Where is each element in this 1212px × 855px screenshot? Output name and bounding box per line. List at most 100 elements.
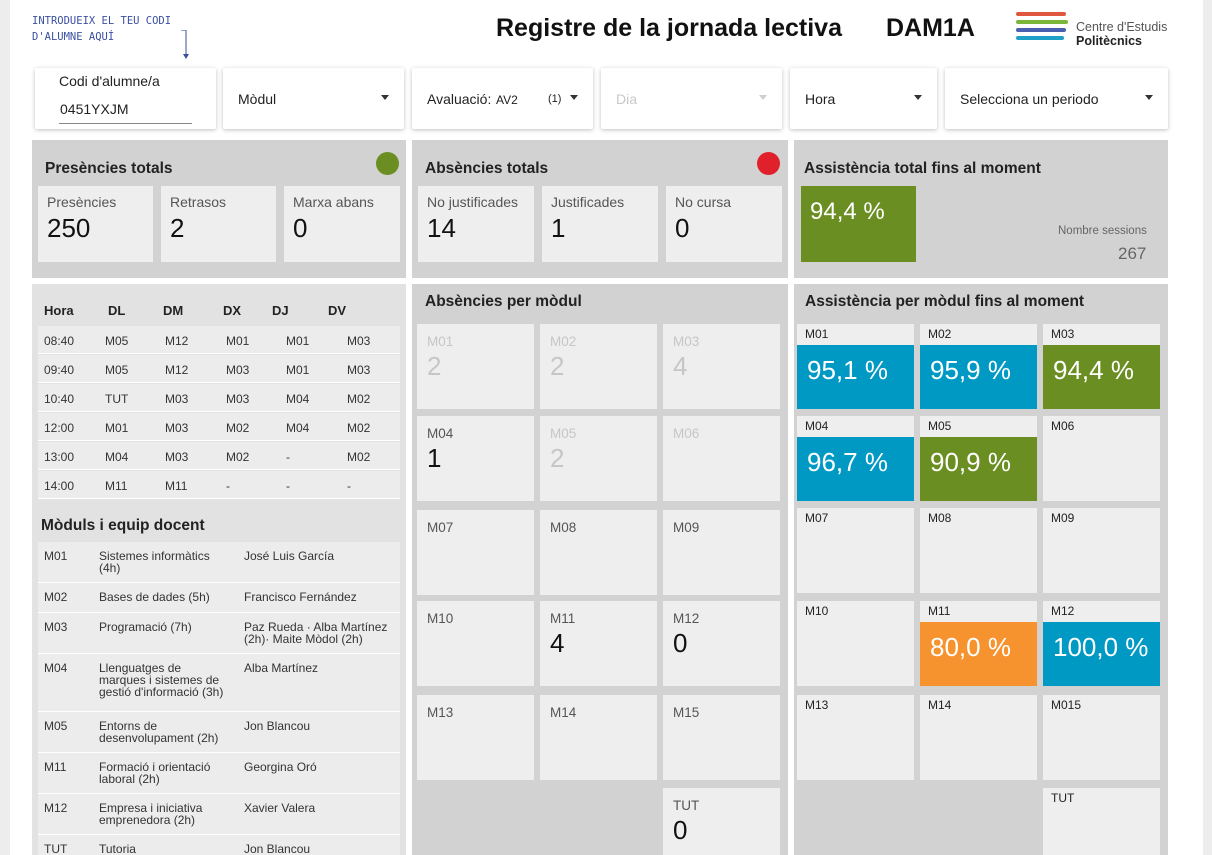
schedule-time: 14:00 (44, 479, 75, 493)
hora-select[interactable]: Hora (790, 68, 937, 129)
assistencia-modul-text: 95,9 % (930, 355, 1011, 385)
modul-label: M04 (427, 426, 454, 441)
assistencia-modul-value: 96,7 % (797, 437, 914, 501)
schedule-cell: M11 (105, 479, 128, 493)
chevron-down-icon (1145, 95, 1153, 100)
modul-label: M03 (673, 334, 700, 349)
assistencia-modul-cell: M14 (920, 695, 1037, 780)
schedule-header-dj: DJ (272, 303, 289, 318)
modul-label: M06 (1051, 419, 1075, 433)
modul-label: M015 (1051, 698, 1082, 712)
assistencia-modul-text: 94,4 % (1053, 355, 1134, 385)
schedule-cell: M03 (347, 334, 371, 348)
assistencia-modul-cell: M02 95,9 % (920, 324, 1037, 409)
team-code: M03 (44, 620, 68, 634)
assistencia-modul-value: 95,9 % (920, 345, 1037, 409)
schedule-cell: M12 (165, 363, 189, 377)
modul-label: M12 (1051, 604, 1075, 618)
assistencia-modul-cell: M07 (797, 508, 914, 593)
team-teacher: Paz Rueda · Alba Martínez (2h)· Maite Mò… (244, 620, 388, 646)
absencies-title: Absències totals (425, 160, 549, 177)
assistencia-modul-text: 100,0 % (1053, 632, 1149, 662)
modul-label: M15 (673, 705, 700, 720)
schedule-header-dx: DX (223, 303, 242, 318)
assistencia-modul-cell: M11 80,0 % (920, 601, 1037, 686)
schedule-cell: M12 (165, 334, 189, 348)
avaluacio-count: (1) (548, 93, 562, 105)
chevron-down-icon (759, 95, 767, 100)
team-teacher: Francisco Fernández (244, 590, 357, 604)
modul-label: TUT (673, 798, 700, 813)
absencia-modul-cell: TUT 0 (663, 788, 780, 855)
modul-select[interactable]: Mòdul (223, 68, 404, 129)
absencia-modul-cell: M15 (663, 695, 780, 780)
input-underline (59, 123, 192, 124)
avaluacio-select[interactable]: Avaluació: AV2 (1) (412, 68, 593, 129)
absencia-modul-cell: M14 (540, 695, 657, 780)
presencies-title: Presències totals (45, 160, 173, 177)
schedule-cell: M03 (165, 392, 189, 406)
periode-select[interactable]: Selecciona un periodo (945, 68, 1168, 129)
absencia-modul-cell: M06 (663, 416, 780, 501)
avaluacio-value: AV2 (496, 93, 518, 107)
modul-label: M09 (1051, 511, 1075, 525)
schedule-cell: M02 (347, 392, 371, 406)
assistencia-modul-cell: M06 (1043, 416, 1160, 501)
absencia-modul-cell: M01 2 (417, 324, 534, 409)
team-code: M12 (44, 801, 68, 815)
arrow-down-icon (181, 30, 189, 59)
absencia-modul-cell: M08 (540, 510, 657, 595)
schedule-cell: M02 (347, 450, 371, 464)
absencia-modul-cell: M13 (417, 695, 534, 780)
schedule-cell: M05 (105, 334, 129, 348)
schedule-row: 10:40 TUT M03 M03 M04 M02 (38, 384, 400, 412)
team-code: M04 (44, 661, 68, 675)
chevron-down-icon (381, 95, 389, 100)
absencies-panel: Absències totals No justificades 14 Just… (412, 140, 788, 278)
team-name: Programació (7h) (99, 620, 192, 634)
team-row: M04 Llenguatges de marques i sistemes de … (38, 654, 400, 712)
modul-label: M11 (550, 611, 576, 626)
team-row: M02 Bases de dades (5h) Francisco Fernánde… (38, 583, 400, 613)
modul-label: M12 (673, 611, 700, 626)
status-dot-icon (376, 152, 399, 175)
modul-label: M05 (550, 426, 577, 441)
schedule-row: 08:40 M05 M12 M01 M01 M03 (38, 326, 400, 354)
team-row: M12 Empresa i iniciativa emprenedora (2h)… (38, 794, 400, 835)
modul-label: M02 (550, 334, 577, 349)
schedule-time: 09:40 (44, 363, 75, 377)
modul-value: 2 (550, 351, 565, 381)
team-code: M05 (44, 719, 68, 733)
modul-label: M01 (427, 334, 454, 349)
codi-input[interactable]: 0451YXJM (60, 101, 128, 117)
logo-text: Centre d'Estudis (1076, 20, 1168, 34)
chevron-down-icon (570, 95, 578, 100)
team-name: Entorns de desenvolupament (2h) (99, 719, 219, 745)
modul-value: 4 (673, 351, 688, 381)
retrasos-card: Retrasos 2 (161, 186, 276, 262)
modul-label: M08 (928, 511, 952, 525)
logo-icon (1016, 12, 1068, 48)
schedule-row: 14:00 M11 M11 - - - (38, 471, 400, 499)
schedule-cell: M03 (226, 363, 250, 377)
assistencia-modul-title: Assistència per mòdul fins al moment (805, 293, 1085, 310)
modul-label: M07 (805, 511, 829, 525)
absencia-modul-cell: M09 (663, 510, 780, 595)
schedule-cell: M03 (165, 421, 189, 435)
dia-select[interactable]: Dia (601, 68, 782, 129)
team-row: M05 Entorns de desenvolupament (2h) Jon Bl… (38, 712, 400, 753)
schedule-time: 12:00 (44, 421, 75, 435)
assistencia-modul-value: 94,4 % (1043, 345, 1160, 409)
sessions-label: Nombre sessions (1058, 225, 1147, 237)
codi-hint: INTRODUEIX EL TEU CODI D'ALUMNE AQUÍ (32, 15, 172, 43)
card-label: No justificades (427, 194, 519, 210)
schedule-cell: M04 (286, 421, 310, 435)
codi-alumne-field[interactable]: Codi d'alumne/a 0451YXJM (35, 68, 216, 129)
schedule-header-dv: DV (328, 303, 347, 318)
team-name: Bases de dades (5h) (99, 590, 210, 604)
assistencia-modul-cell: M04 96,7 % (797, 416, 914, 501)
presencies-panel: Presències totals Presències 250 Retraso… (32, 140, 406, 278)
schedule-cell: M04 (286, 392, 310, 406)
team-name: Llenguatges de marques i sistemes de ges… (99, 661, 224, 699)
team-code: M11 (44, 760, 67, 774)
